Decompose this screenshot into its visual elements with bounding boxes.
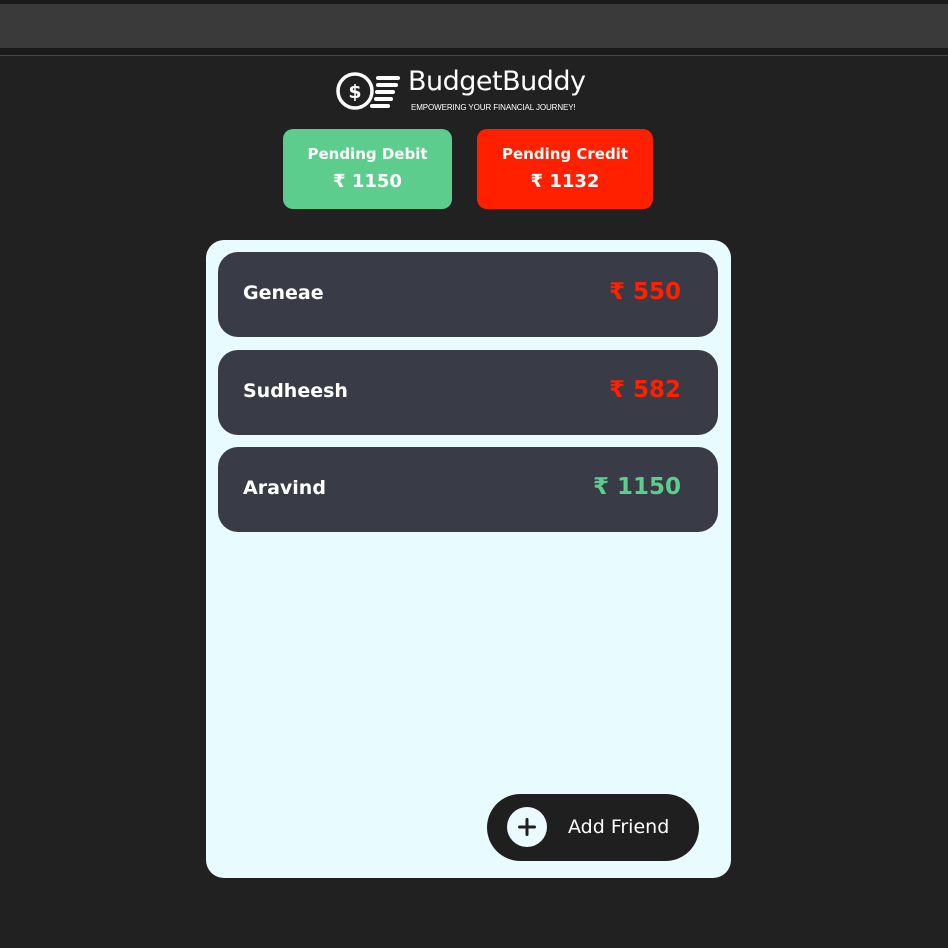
friend-row-geneae[interactable]: Geneae ₹ 550 xyxy=(218,252,718,337)
pending-credit-label: Pending Credit xyxy=(502,145,628,163)
svg-text:$: $ xyxy=(348,81,361,103)
pending-debit-amount: ₹ 1150 xyxy=(333,171,402,192)
browser-top-bar xyxy=(0,0,948,56)
app-tagline: EMPOWERING YOUR FINANCIAL JOURNEY! xyxy=(411,103,576,112)
friend-amount: ₹ 582 xyxy=(608,377,681,403)
friend-name: Aravind xyxy=(243,477,326,499)
app-name: BudgetBuddy xyxy=(408,66,586,97)
friend-name: Sudheesh xyxy=(243,380,348,402)
add-friend-button[interactable]: Add Friend xyxy=(487,794,699,861)
coin-stack-icon: $ xyxy=(336,72,400,110)
app-logo: $ BudgetBuddy EMPOWERING YOUR FINANCIAL … xyxy=(336,66,606,116)
friend-row-aravind[interactable]: Aravind ₹ 1150 xyxy=(218,447,718,532)
friend-row-sudheesh[interactable]: Sudheesh ₹ 582 xyxy=(218,350,718,435)
pending-credit-card: Pending Credit ₹ 1132 xyxy=(477,129,653,209)
plus-icon xyxy=(507,807,547,847)
pending-credit-amount: ₹ 1132 xyxy=(530,171,600,192)
pending-debit-card: Pending Debit ₹ 1150 xyxy=(283,129,452,209)
friend-amount: ₹ 1150 xyxy=(592,474,681,500)
pending-debit-label: Pending Debit xyxy=(307,145,428,163)
friend-amount: ₹ 550 xyxy=(608,279,681,305)
add-friend-label: Add Friend xyxy=(568,816,670,838)
browser-toolbar xyxy=(0,4,948,48)
friend-name: Geneae xyxy=(243,282,324,304)
friends-panel: Geneae ₹ 550 Sudheesh ₹ 582 Aravind ₹ 11… xyxy=(206,240,731,878)
